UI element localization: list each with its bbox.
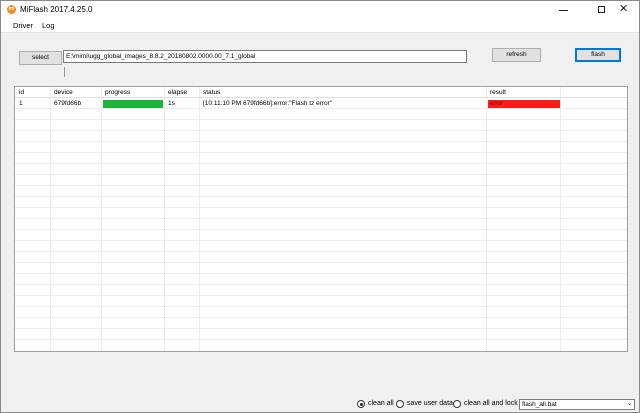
header-progress[interactable]: progress xyxy=(105,89,130,96)
save-user-data-radio[interactable] xyxy=(396,400,404,408)
cell-elapse: 1s xyxy=(168,100,175,107)
menu-log[interactable]: Log xyxy=(42,21,55,30)
empty-row xyxy=(15,121,627,131)
empty-row xyxy=(15,330,627,340)
empty-row xyxy=(15,253,627,263)
maximize-icon xyxy=(598,6,605,13)
clean-all-label[interactable]: clean all xyxy=(368,400,394,407)
empty-row xyxy=(15,220,627,230)
flash-button[interactable]: flash xyxy=(575,48,621,62)
empty-row xyxy=(15,308,627,318)
header-id[interactable]: id xyxy=(19,89,24,96)
empty-row xyxy=(15,187,627,197)
empty-row xyxy=(15,110,627,120)
cell-id: 1 xyxy=(19,100,23,107)
cell-status: [10:11:10 PM 679fd66b]:error:"Flash tz e… xyxy=(203,100,333,107)
device-table: id device progress elapse status result … xyxy=(14,86,628,352)
chevron-down-icon: ⌄ xyxy=(626,401,632,407)
close-icon: ✕ xyxy=(619,3,629,15)
miflash-window: mi MiFlash 2017.4.25.0 ✕ Driver Log sele… xyxy=(0,0,640,413)
empty-row xyxy=(15,143,627,153)
flash-script-value: flash_all.bat xyxy=(522,401,557,408)
save-user-data-label[interactable]: save user data xyxy=(407,400,453,407)
empty-row xyxy=(15,209,627,219)
header-status[interactable]: status xyxy=(203,89,220,96)
minimize-icon xyxy=(559,10,568,11)
empty-row xyxy=(15,275,627,285)
flash-script-select[interactable]: flash_all.bat ⌄ xyxy=(519,399,635,410)
cell-result: error xyxy=(490,101,503,107)
select-button[interactable]: select xyxy=(19,51,62,65)
menu-driver[interactable]: Driver xyxy=(13,21,33,30)
header-result[interactable]: result xyxy=(490,89,506,96)
table-header: id device progress elapse status result xyxy=(15,87,627,98)
empty-row xyxy=(15,198,627,208)
progress-fill xyxy=(103,100,163,108)
title-bar: mi MiFlash 2017.4.25.0 ✕ xyxy=(1,1,639,19)
splitter-line xyxy=(64,67,65,77)
close-button[interactable]: ✕ xyxy=(609,1,639,19)
result-badge: error xyxy=(488,100,560,108)
empty-row xyxy=(15,297,627,307)
progress-bar xyxy=(103,100,163,108)
empty-row xyxy=(15,242,627,252)
empty-row xyxy=(15,132,627,142)
clean-all-radio[interactable] xyxy=(357,400,365,408)
menu-bar: Driver Log xyxy=(1,19,639,33)
mi-logo-icon: mi xyxy=(7,5,16,14)
options-bar: clean all save user data clean all and l… xyxy=(1,395,639,413)
header-device[interactable]: device xyxy=(54,89,73,96)
empty-row xyxy=(15,286,627,296)
empty-row xyxy=(15,319,627,329)
clean-all-and-lock-label[interactable]: clean all and lock xyxy=(464,400,518,407)
empty-row xyxy=(15,154,627,164)
table-row[interactable]: 1 679fd66b 1s [10:11:10 PM 679fd66b]:err… xyxy=(15,99,627,109)
empty-row xyxy=(15,231,627,241)
window-title: MiFlash 2017.4.25.0 xyxy=(20,5,93,14)
refresh-button[interactable]: refresh xyxy=(492,48,541,62)
clean-all-and-lock-radio[interactable] xyxy=(453,400,461,408)
empty-row xyxy=(15,176,627,186)
minimize-button[interactable] xyxy=(549,1,579,19)
empty-row xyxy=(15,264,627,274)
rom-path-field[interactable]: E:\mimi\ugg_global_images_8.8.2_20180802… xyxy=(63,50,467,63)
header-elapse[interactable]: elapse xyxy=(168,89,187,96)
empty-row xyxy=(15,165,627,175)
cell-device: 679fd66b xyxy=(54,100,82,107)
